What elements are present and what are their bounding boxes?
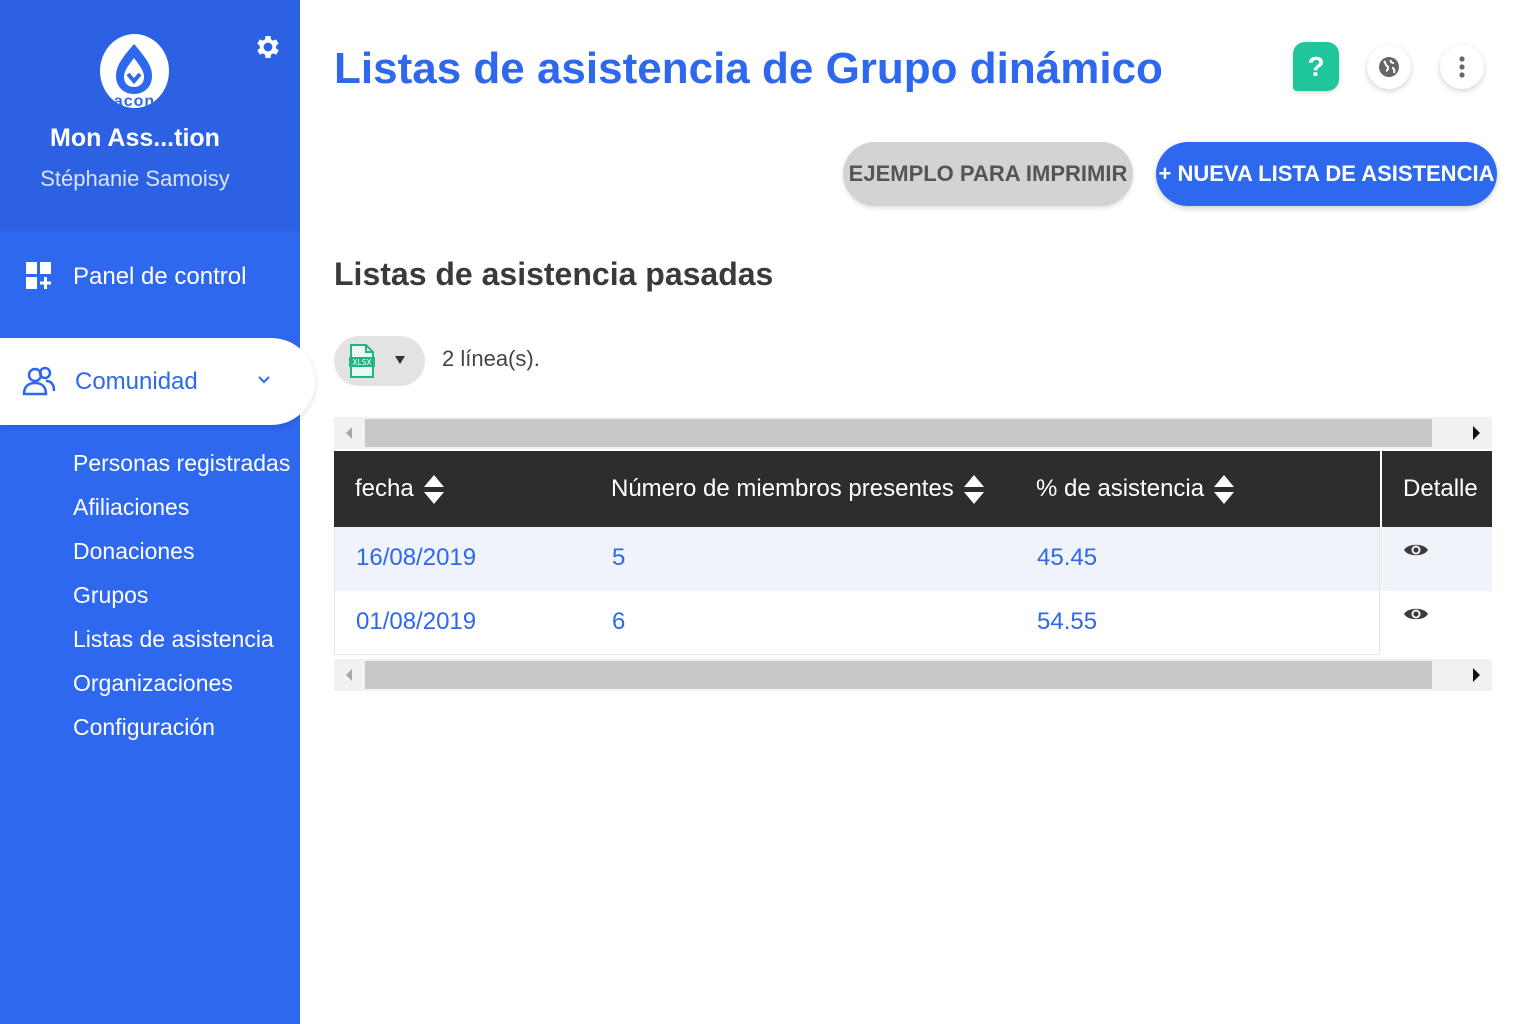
users-icon [22, 366, 56, 396]
scrollbar-thumb[interactable] [365, 661, 1432, 689]
cell-attendance[interactable]: 54.55 [1037, 591, 1097, 655]
logo-text: acon [113, 93, 156, 108]
column-header-attendance-percent[interactable]: % de asistencia [1036, 451, 1235, 527]
community-subnav: Personas registradas Afiliaciones Donaci… [73, 445, 290, 753]
scroll-right-arrow-icon[interactable] [1473, 668, 1480, 682]
section-title: Listas de asistencia pasadas [334, 256, 774, 292]
xlsx-file-label: XLSX [352, 358, 371, 367]
scroll-left-arrow-icon[interactable] [346, 427, 352, 439]
column-header-date[interactable]: fecha [355, 451, 444, 527]
table-header: fecha Número de miembros presentes % de … [334, 451, 1492, 527]
sidebar-item-settings[interactable]: Configuración [73, 709, 290, 753]
sidebar-header: acon Mon Ass...tion Stéphanie Samoisy [0, 0, 300, 231]
scroll-right-arrow-icon[interactable] [1473, 426, 1480, 440]
table-row: 01/08/2019 6 54.55 [334, 591, 1380, 655]
detail-cell [1380, 527, 1492, 591]
column-header-label: Número de miembros presentes [611, 475, 954, 502]
cell-attendance[interactable]: 45.45 [1037, 527, 1097, 591]
column-header-detail: Detalle [1380, 451, 1492, 527]
xlsx-file-icon: XLSX [349, 344, 375, 378]
eye-icon[interactable] [1403, 605, 1429, 623]
table-scrollbar-bottom[interactable] [334, 659, 1492, 691]
caret-down-icon [395, 356, 405, 364]
more-vertical-icon [1459, 56, 1465, 78]
sort-icon [423, 474, 444, 505]
gear-icon[interactable] [253, 32, 283, 62]
dashboard-icon [26, 262, 51, 289]
detail-cell [1380, 591, 1492, 655]
scroll-left-arrow-icon[interactable] [346, 669, 352, 681]
print-example-button[interactable]: EJEMPLO PARA IMPRIMIR [843, 142, 1133, 206]
cell-members[interactable]: 5 [612, 527, 625, 591]
globe-icon [1379, 57, 1399, 77]
sidebar-item-community[interactable]: Comunidad [0, 338, 315, 425]
sidebar-item-organizations[interactable]: Organizaciones [73, 665, 290, 709]
chevron-down-icon [258, 376, 270, 384]
sidebar: acon Mon Ass...tion Stéphanie Samoisy Pa… [0, 0, 315, 1024]
sidebar-item-label: Panel de control [73, 263, 247, 290]
eye-icon[interactable] [1403, 541, 1429, 559]
sidebar-item-registered-people[interactable]: Personas registradas [73, 445, 290, 489]
sidebar-item-donations[interactable]: Donaciones [73, 533, 290, 577]
cell-date[interactable]: 16/08/2019 [356, 527, 476, 591]
column-header-label: fecha [355, 475, 414, 502]
table-scrollbar-top[interactable] [334, 417, 1492, 449]
organization-name: Mon Ass...tion [50, 124, 220, 152]
column-header-label: % de asistencia [1036, 475, 1205, 502]
cell-date[interactable]: 01/08/2019 [356, 591, 476, 655]
sidebar-item-dashboard[interactable]: Panel de control [0, 250, 300, 306]
table-row: 16/08/2019 5 45.45 [334, 527, 1380, 591]
sidebar-item-label: Comunidad [75, 368, 198, 395]
sort-icon [1214, 474, 1235, 505]
sort-icon [963, 474, 984, 505]
export-dropdown-button[interactable]: XLSX [334, 336, 425, 386]
sidebar-item-groups[interactable]: Grupos [73, 577, 290, 621]
new-attendance-list-button[interactable]: + NUEVA LISTA DE ASISTENCIA [1156, 142, 1497, 206]
sidebar-item-memberships[interactable]: Afiliaciones [73, 489, 290, 533]
sidebar-item-attendance-lists[interactable]: Listas de asistencia [73, 621, 290, 665]
page-title: Listas de asistencia de Grupo dinámico [334, 44, 1163, 93]
organization-logo[interactable]: acon [100, 34, 169, 108]
row-count: 2 línea(s). [442, 346, 540, 371]
help-button[interactable]: ? [1293, 42, 1339, 91]
user-name: Stéphanie Samoisy [40, 166, 230, 191]
language-button[interactable] [1367, 45, 1411, 89]
more-options-button[interactable] [1440, 45, 1484, 89]
column-header-members-present[interactable]: Número de miembros presentes [611, 451, 984, 527]
scrollbar-thumb[interactable] [365, 419, 1432, 447]
cell-members[interactable]: 6 [612, 591, 625, 655]
